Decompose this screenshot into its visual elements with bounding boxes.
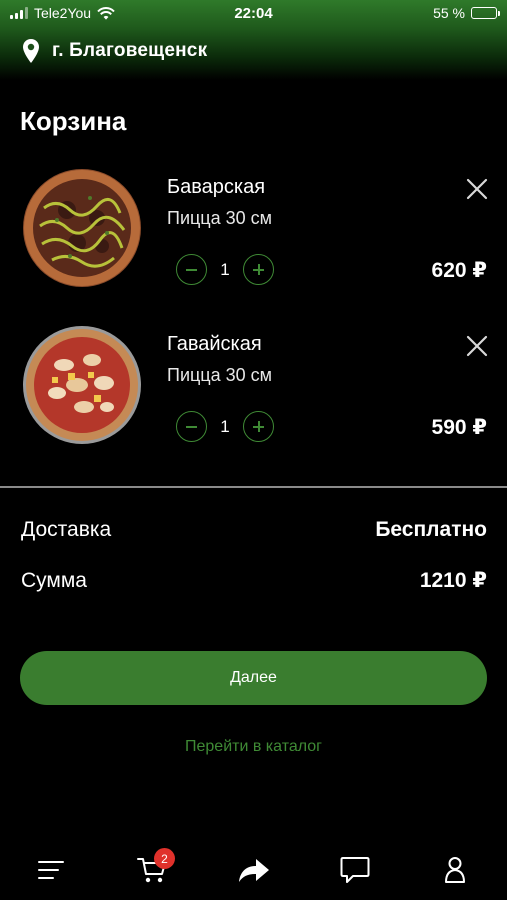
quantity-value: 1 xyxy=(220,259,230,279)
increase-quantity-button[interactable] xyxy=(243,254,274,285)
pizza-bavarian-image xyxy=(23,169,141,287)
item-price: 590 ₽ xyxy=(431,416,487,439)
remove-item-button[interactable] xyxy=(464,333,490,359)
item-description: Пицца 30 см xyxy=(167,365,273,385)
location-pin-icon xyxy=(23,39,39,63)
cart-badge: 2 xyxy=(154,848,175,869)
quantity-stepper: 1 xyxy=(176,411,274,442)
item-name: Гавайская xyxy=(167,333,262,355)
city-name: г. Благовещенск xyxy=(52,40,208,61)
bottom-tab-bar: 2 xyxy=(0,840,507,900)
total-row: Сумма 1210 ₽ xyxy=(21,568,487,593)
next-button[interactable]: Далее xyxy=(20,651,487,705)
tab-profile[interactable] xyxy=(435,850,475,890)
quantity-stepper: 1 xyxy=(176,254,274,285)
item-description: Пицца 30 см xyxy=(167,208,273,228)
tab-share[interactable] xyxy=(234,850,274,890)
total-label: Сумма xyxy=(21,568,87,592)
pizza-hawaiian-image xyxy=(23,326,141,444)
battery-percent: 55 % xyxy=(433,5,465,21)
tab-menu[interactable] xyxy=(31,850,71,890)
go-to-catalog-link[interactable]: Перейти в каталог xyxy=(0,738,507,756)
status-bar: Tele2You 22:04 55 % xyxy=(0,0,507,30)
menu-icon xyxy=(38,861,64,879)
tab-cart[interactable]: 2 xyxy=(132,848,175,890)
profile-icon xyxy=(445,857,465,883)
status-time: 22:04 xyxy=(234,5,273,22)
delivery-row: Доставка Бесплатно xyxy=(21,518,487,542)
decrease-quantity-button[interactable] xyxy=(176,411,207,442)
item-name: Баварская xyxy=(167,176,266,198)
divider xyxy=(0,486,507,488)
cart-item: Баварская Пицца 30 см 1 620 ₽ xyxy=(0,168,507,318)
increase-quantity-button[interactable] xyxy=(243,411,274,442)
quantity-value: 1 xyxy=(220,416,230,436)
tab-chat[interactable] xyxy=(335,850,375,890)
delivery-label: Доставка xyxy=(21,518,112,541)
remove-item-button[interactable] xyxy=(464,176,490,202)
share-icon xyxy=(239,859,269,882)
battery-icon xyxy=(471,7,500,19)
item-price: 620 ₽ xyxy=(431,259,487,282)
cart-item: Гавайская Пицца 30 см 1 590 ₽ xyxy=(0,325,507,475)
city-selector[interactable]: г. Благовещенск xyxy=(22,38,207,64)
status-right: 55 % xyxy=(433,5,500,21)
chat-icon xyxy=(340,857,370,883)
delivery-value: Бесплатно xyxy=(375,518,487,541)
total-value: 1210 ₽ xyxy=(419,569,487,592)
decrease-quantity-button[interactable] xyxy=(176,254,207,285)
page-title: Корзина xyxy=(20,106,127,136)
